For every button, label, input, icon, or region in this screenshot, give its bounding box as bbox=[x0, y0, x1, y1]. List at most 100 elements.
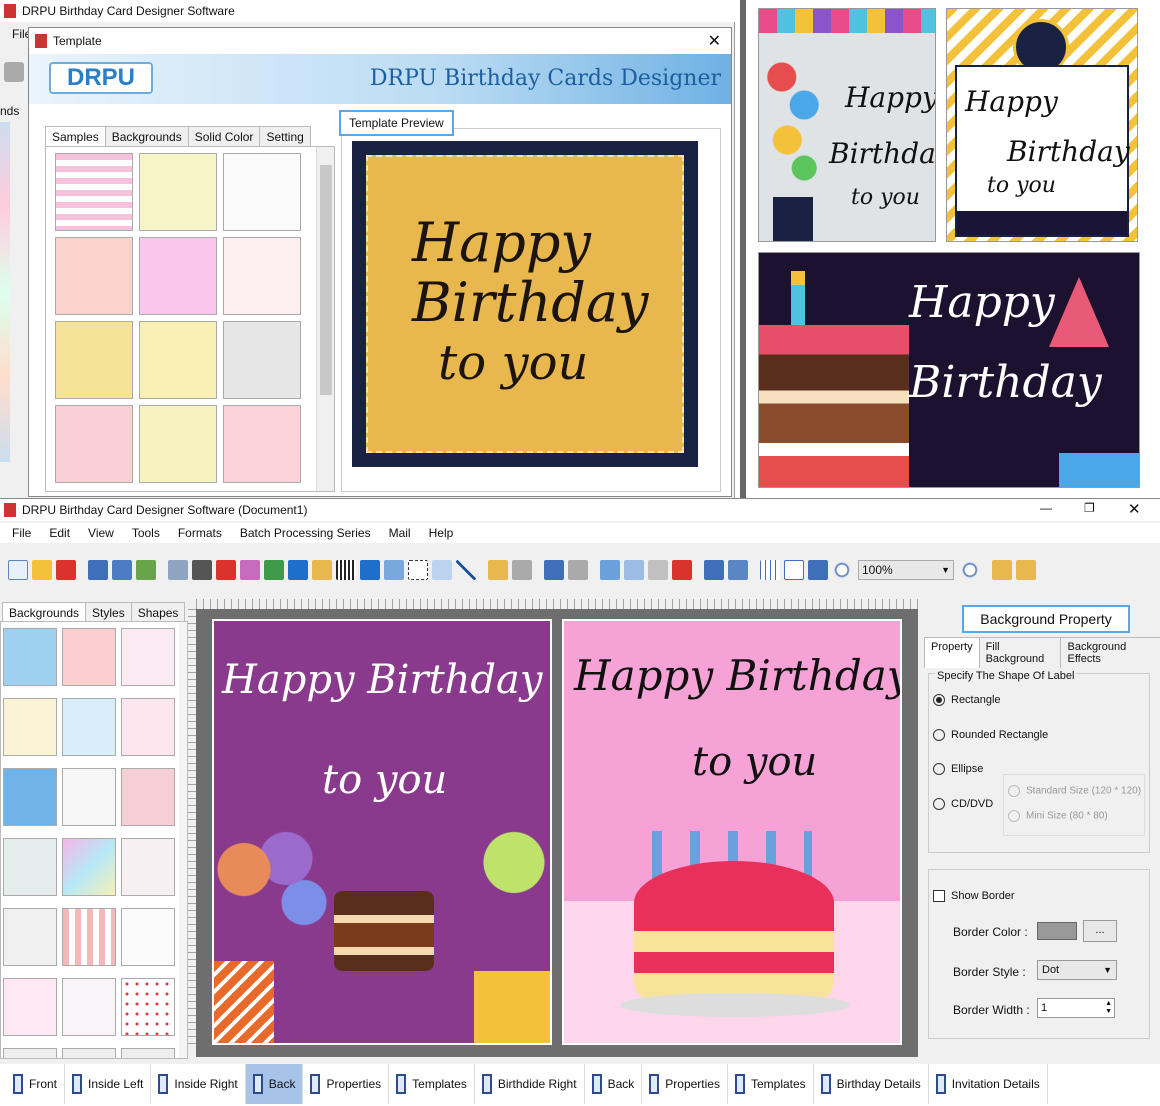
bg-thumb[interactable] bbox=[3, 838, 57, 896]
stepper-arrows-icon[interactable]: ▲ ▼ bbox=[1105, 1000, 1114, 1016]
bg-thumb[interactable] bbox=[121, 838, 175, 896]
bg-thumb[interactable] bbox=[121, 1048, 175, 1058]
menu-mail[interactable]: Mail bbox=[389, 526, 411, 540]
menu-formats[interactable]: Formats bbox=[178, 526, 222, 540]
delete-icon[interactable] bbox=[672, 560, 692, 580]
send-back-icon[interactable] bbox=[728, 560, 748, 580]
bg-thumb[interactable] bbox=[121, 698, 175, 756]
radio-rectangle[interactable] bbox=[933, 694, 945, 707]
border-color-swatch[interactable] bbox=[1037, 922, 1077, 940]
border-style-select[interactable]: Dot ▼ bbox=[1037, 960, 1117, 980]
shape-cd-dvd[interactable]: CD/DVD bbox=[933, 798, 993, 811]
sample-thumb[interactable] bbox=[55, 405, 133, 483]
tab-backgrounds[interactable]: Backgrounds bbox=[104, 126, 189, 147]
pen-icon[interactable] bbox=[288, 560, 308, 580]
bottom-tab-invitation-details[interactable]: Invitation Details bbox=[929, 1064, 1048, 1104]
bring-front-icon[interactable] bbox=[704, 560, 724, 580]
bg-thumb[interactable] bbox=[62, 838, 116, 896]
sample-thumb[interactable] bbox=[139, 237, 217, 315]
bottom-tab-templates-2[interactable]: Templates bbox=[728, 1064, 814, 1104]
database-icon[interactable] bbox=[488, 560, 508, 580]
bottom-tab-properties[interactable]: Properties bbox=[303, 1064, 390, 1104]
bg-thumb[interactable] bbox=[62, 768, 116, 826]
word-art-icon[interactable] bbox=[384, 560, 404, 580]
bottom-tab-back-2[interactable]: Back bbox=[585, 1064, 643, 1104]
sample-thumb[interactable] bbox=[139, 321, 217, 399]
radio-standard-size[interactable] bbox=[1008, 785, 1020, 797]
copy-page-icon[interactable] bbox=[216, 560, 236, 580]
sample-thumb[interactable] bbox=[139, 153, 217, 231]
save-as-icon[interactable] bbox=[112, 560, 132, 580]
bg-thumb[interactable] bbox=[121, 768, 175, 826]
samples-scrollbar[interactable] bbox=[316, 147, 334, 491]
menu-help[interactable]: Help bbox=[429, 526, 454, 540]
tab-samples[interactable]: Samples bbox=[45, 126, 106, 147]
show-border-checkbox[interactable] bbox=[933, 890, 945, 903]
database-2-icon[interactable] bbox=[512, 560, 532, 580]
zoom-in-icon[interactable] bbox=[832, 560, 852, 580]
sample-thumb[interactable] bbox=[223, 405, 301, 483]
sample-thumb[interactable] bbox=[55, 153, 133, 231]
menu-view[interactable]: View bbox=[88, 526, 114, 540]
shape-rounded-rectangle[interactable]: Rounded Rectangle bbox=[933, 729, 1048, 742]
border-width-stepper[interactable]: 1 ▲ ▼ bbox=[1037, 998, 1115, 1018]
close-doc-icon[interactable] bbox=[4, 62, 24, 82]
image-library-icon[interactable] bbox=[240, 560, 260, 580]
sample-thumb[interactable] bbox=[223, 321, 301, 399]
bg-thumb[interactable] bbox=[62, 628, 116, 686]
card-left[interactable]: Happy Birthday to you bbox=[212, 619, 552, 1045]
bg-thumb[interactable] bbox=[3, 1048, 57, 1058]
radio-mini-size[interactable] bbox=[1008, 810, 1020, 822]
size-standard[interactable]: Standard Size (120 * 120) bbox=[1008, 785, 1141, 797]
bg-thumb[interactable] bbox=[3, 908, 57, 966]
card-right[interactable]: Happy Birthday to you bbox=[562, 619, 902, 1045]
bottom-tab-properties-2[interactable]: Properties bbox=[642, 1064, 728, 1104]
bg-thumb[interactable] bbox=[3, 978, 57, 1036]
tab-styles[interactable]: Styles bbox=[85, 602, 132, 623]
print-icon[interactable] bbox=[192, 560, 212, 580]
barcode-icon[interactable] bbox=[336, 560, 356, 580]
size-mini[interactable]: Mini Size (80 * 80) bbox=[1008, 810, 1108, 822]
actual-size-icon[interactable] bbox=[784, 560, 804, 580]
insert-image-icon[interactable] bbox=[264, 560, 284, 580]
minimize-icon[interactable]: — bbox=[1040, 501, 1052, 515]
print-preview-icon[interactable] bbox=[168, 560, 188, 580]
sample-thumb[interactable] bbox=[55, 237, 133, 315]
lock-icon[interactable] bbox=[992, 560, 1012, 580]
signature-icon[interactable] bbox=[408, 560, 428, 580]
radio-rounded-rectangle[interactable] bbox=[933, 729, 945, 742]
save-icon[interactable] bbox=[88, 560, 108, 580]
new-icon[interactable] bbox=[8, 560, 28, 580]
mail-icon[interactable] bbox=[432, 560, 452, 580]
bg-thumb[interactable] bbox=[62, 908, 116, 966]
line-icon[interactable] bbox=[456, 560, 476, 580]
copy-icon[interactable] bbox=[624, 560, 644, 580]
tab-fill-background[interactable]: Fill Background bbox=[978, 637, 1062, 668]
sample-thumb[interactable] bbox=[55, 321, 133, 399]
grid-icon[interactable] bbox=[760, 560, 780, 580]
redo-icon[interactable] bbox=[568, 560, 588, 580]
bottom-tab-templates[interactable]: Templates bbox=[389, 1064, 475, 1104]
tab-backgrounds-left[interactable]: Backgrounds bbox=[2, 602, 87, 623]
zoom-out-icon[interactable] bbox=[960, 560, 980, 580]
tab-setting[interactable]: Setting bbox=[259, 126, 311, 147]
bg-thumb[interactable] bbox=[3, 768, 57, 826]
bottom-tab-birthday-details[interactable]: Birthday Details bbox=[814, 1064, 929, 1104]
text-icon[interactable] bbox=[360, 560, 380, 580]
paste-icon[interactable] bbox=[648, 560, 668, 580]
radio-ellipse[interactable] bbox=[933, 763, 945, 776]
tab-solid-color[interactable]: Solid Color bbox=[187, 126, 261, 147]
bottom-tab-inside-right[interactable]: Inside Right bbox=[151, 1064, 246, 1104]
bottom-tab-back[interactable]: Back bbox=[245, 1064, 304, 1104]
close-window-icon[interactable]: ✕ bbox=[1128, 500, 1141, 518]
close-icon[interactable]: ✕ bbox=[708, 31, 721, 51]
tab-shapes[interactable]: Shapes bbox=[130, 602, 186, 623]
show-border-row[interactable]: Show Border bbox=[933, 890, 1015, 903]
bg-thumb[interactable] bbox=[62, 1048, 116, 1058]
side-tab-label[interactable]: nds bbox=[0, 104, 19, 118]
cut-icon[interactable] bbox=[600, 560, 620, 580]
tab-background-effects[interactable]: Background Effects bbox=[1060, 637, 1160, 668]
bg-thumb[interactable] bbox=[62, 978, 116, 1036]
sample-thumb[interactable] bbox=[223, 153, 301, 231]
shape-rectangle[interactable]: Rectangle bbox=[933, 694, 1001, 707]
